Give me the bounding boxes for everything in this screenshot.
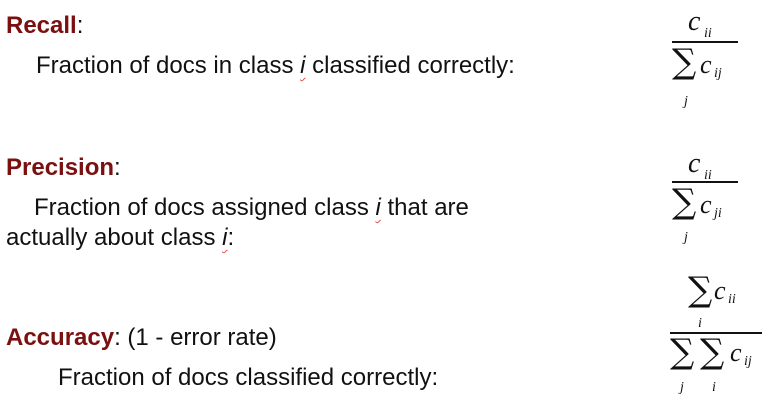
recall-numerator: c (688, 6, 701, 37)
accuracy-title: Accuracy (6, 324, 115, 351)
recall-formula: c ii ∑ c ij j (664, 6, 764, 116)
recall-text-pre: Fraction of docs in class (36, 52, 301, 79)
precision-description-line1: Fraction of docs assigned class i that a… (34, 193, 469, 222)
accuracy-numerator-sigma-icon: ∑ (688, 270, 713, 310)
recall-sum-index: j (684, 94, 688, 109)
precision-description-line2: actually about class i: (6, 223, 234, 252)
recall-colon: : (76, 12, 84, 39)
accuracy-numerator-index: i (698, 316, 702, 331)
recall-heading: Recall: (6, 12, 83, 40)
precision-text-post: that are (380, 194, 469, 221)
recall-title: Recall (6, 12, 77, 39)
precision-numerator: c (688, 148, 701, 179)
accuracy-denominator-index-j: j (680, 380, 684, 395)
precision-formula: c ii ∑ c ji j (664, 148, 764, 258)
recall-numerator-sub: ii (704, 26, 712, 41)
accuracy-text: Fraction of docs classified correctly: (58, 364, 439, 391)
precision-denominator-sub: ji (714, 206, 722, 221)
accuracy-denominator-sigma-outer-icon: ∑ (670, 332, 695, 372)
precision-text2-post: : (227, 224, 235, 251)
recall-sigma-icon: ∑ (672, 42, 697, 82)
precision-sum-index: j (684, 230, 688, 245)
accuracy-numerator-c: c (714, 276, 726, 305)
accuracy-formula: ∑ c ii i ∑ ∑ c ij j i (664, 270, 768, 402)
accuracy-heading: Accuracy: (1 - error rate) (6, 324, 277, 352)
precision-colon: : (114, 154, 121, 181)
precision-denominator-c: c (700, 190, 712, 219)
accuracy-denominator-index-i: i (712, 380, 716, 395)
precision-heading: Precision: (6, 154, 121, 182)
accuracy-description: Fraction of docs classified correctly: (58, 363, 438, 392)
precision-text-pre: Fraction of docs assigned class (34, 194, 376, 221)
accuracy-denominator-sigma-inner-icon: ∑ (700, 332, 725, 372)
accuracy-numerator-sub: ii (728, 292, 736, 307)
precision-text2-pre: actually about class (6, 224, 223, 251)
recall-denominator-c: c (700, 50, 712, 79)
accuracy-denominator-c: c (730, 338, 742, 367)
precision-title: Precision (6, 154, 115, 181)
accuracy-denominator-sub: ij (744, 354, 752, 369)
recall-text-post: classified correctly: (305, 52, 515, 79)
accuracy-suffix: : (1 - error rate) (114, 324, 277, 351)
recall-description: Fraction of docs in class i classified c… (36, 51, 515, 80)
precision-sigma-icon: ∑ (672, 182, 697, 222)
recall-denominator-sub: ij (714, 66, 722, 81)
